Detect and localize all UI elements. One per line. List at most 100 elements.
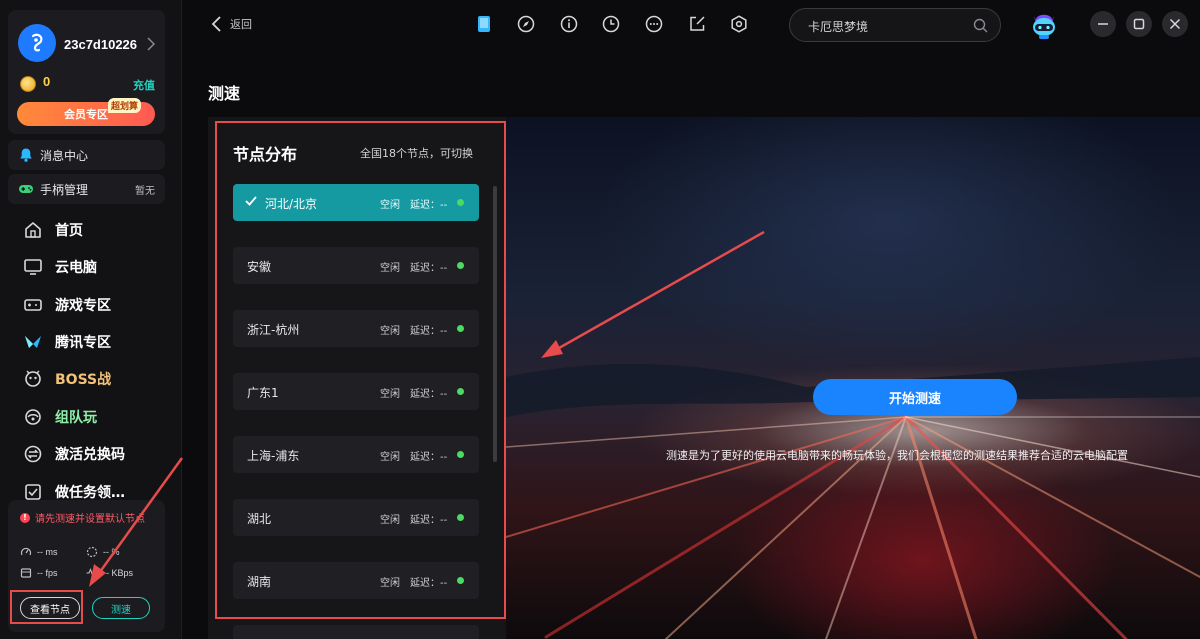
username[interactable]: 23c7d10226 (64, 37, 137, 52)
vip-zone-label: 会员专区 (64, 108, 108, 121)
node-name: 湖北 (247, 512, 272, 526)
boss-icon (25, 370, 41, 387)
node-latency: 延迟：-- (410, 452, 448, 463)
chat-icon[interactable] (645, 15, 663, 33)
gamepad-icon (24, 299, 42, 311)
gamepad-icon (19, 185, 33, 193)
node-state: 空闲 (380, 326, 400, 337)
node-state: 空闲 (380, 263, 400, 274)
exchange-icon (24, 445, 42, 463)
bandwidth-metric: -- KBps (86, 567, 133, 579)
settings-icon[interactable] (730, 15, 748, 33)
status-dot-icon (457, 325, 464, 332)
chevron-right-icon[interactable] (147, 37, 155, 51)
node-item-shanghai-pudong[interactable]: 上海-浦东 空闲 延迟：-- (233, 436, 479, 473)
sidebar-item-label: 组队玩 (55, 410, 97, 426)
sidebar-item-label: 腾讯专区 (55, 335, 111, 351)
node-item-anhui[interactable]: 安徽 空闲 延迟：-- (233, 247, 479, 284)
message-center-button[interactable]: 消息中心 (8, 140, 165, 170)
node-item-hunan[interactable]: 湖南 空闲 延迟：-- (233, 562, 479, 599)
fps-metric: -- fps (20, 567, 58, 579)
node-item-guangdong-1[interactable]: 广东1 空闲 延迟：-- (233, 373, 479, 410)
tencent-icon (25, 336, 41, 348)
gamepad-manage-button[interactable]: 手柄管理 暂无 (8, 174, 165, 204)
sidebar-item-cloud-pc[interactable]: 云电脑 (23, 256, 97, 278)
coin-icon (20, 76, 36, 92)
sidebar-item-label: 做任务领… (55, 485, 125, 501)
node-name: 安徽 (247, 260, 272, 274)
pulse-icon (86, 567, 98, 579)
search-input[interactable]: 卡厄思梦境 (808, 18, 868, 35)
vip-badge: 超划算 (107, 98, 141, 113)
mascot-avatar-icon[interactable] (1030, 10, 1058, 40)
nodes-subtitle: 全国18个节点，可切换 (360, 147, 473, 160)
loss-icon (86, 546, 98, 558)
sidebar-item-games[interactable]: 游戏专区 (23, 294, 111, 316)
packet-loss-metric: -- % (86, 546, 120, 558)
node-latency: 延迟：-- (410, 263, 448, 274)
status-dot-icon (457, 199, 464, 206)
info-icon[interactable] (560, 15, 578, 33)
node-state: 空闲 (380, 578, 400, 589)
edit-icon[interactable] (688, 15, 706, 33)
sidebar-item-label: 游戏专区 (55, 298, 111, 314)
search-bar[interactable]: 卡厄思梦境 (789, 8, 1001, 42)
maximize-icon (1133, 18, 1145, 30)
sidebar-item-home[interactable]: 首页 (23, 219, 83, 241)
annotation-highlight-box (10, 590, 83, 624)
sidebar-item-label: 首页 (55, 223, 83, 239)
sidebar-item-boss[interactable]: BOSS战 (23, 368, 111, 390)
check-icon (245, 196, 257, 206)
node-item-hubei[interactable]: 湖北 空闲 延迟：-- (233, 499, 479, 536)
back-label: 返回 (230, 18, 252, 31)
node-latency: 延迟：-- (410, 200, 448, 211)
clock-icon[interactable] (602, 15, 620, 33)
node-item-hebei-beijing[interactable]: 河北/北京 空闲 延迟：-- (233, 184, 479, 221)
fps-icon (20, 568, 32, 578)
nodes-scrollbar[interactable] (493, 186, 497, 462)
node-name: 浙江-杭州 (247, 323, 300, 337)
minimize-button[interactable] (1090, 11, 1116, 37)
sidebar-item-label: 激活兑换码 (55, 447, 125, 463)
coin-count: 0 (43, 74, 51, 89)
phone-icon[interactable] (475, 15, 493, 33)
status-dot-icon (457, 514, 464, 521)
node-item-zhejiang-hangzhou[interactable]: 浙江-杭州 空闲 延迟：-- (233, 310, 479, 347)
status-dot-icon (457, 577, 464, 584)
start-speedtest-button[interactable]: 开始测速 (813, 379, 1017, 415)
status-dot-icon (457, 451, 464, 458)
sidebar-item-team[interactable]: 组队玩 (23, 406, 97, 428)
node-latency: 延迟：-- (410, 578, 448, 589)
node-state: 空闲 (380, 200, 400, 211)
sidebar-item-label: BOSS战 (55, 372, 112, 388)
sidebar-item-label: 云电脑 (55, 260, 97, 276)
sidebar-item-redeem[interactable]: 激活兑换码 (23, 443, 125, 465)
node-state: 空闲 (380, 452, 400, 463)
vip-zone-button[interactable]: 会员专区 超划算 (17, 98, 155, 126)
back-button[interactable]: 返回 (210, 16, 252, 32)
node-name: 河北/北京 (265, 197, 318, 211)
user-card: 23c7d10226 0 充值 会员专区 超划算 (8, 10, 165, 134)
gamepad-status: 暂无 (135, 185, 155, 197)
sidebar-item-tencent[interactable]: 腾讯专区 (23, 331, 111, 353)
warning-text: 请先测速并设置默认节点 (35, 514, 145, 525)
close-icon (1169, 18, 1181, 30)
node-latency: 延迟：-- (410, 326, 448, 337)
speedtest-button[interactable]: 测速 (92, 597, 150, 619)
brand-logo-icon (31, 33, 43, 52)
node-item-partial[interactable] (233, 625, 479, 639)
page-title: 测速 (208, 84, 241, 103)
close-button[interactable] (1162, 11, 1188, 37)
speedtest-description: 测速是为了更好的使用云电脑带来的畅玩体验，我们会根据您的测速结果推荐合适的云电脑… (666, 449, 1128, 462)
maximize-button[interactable] (1126, 11, 1152, 37)
nodes-title: 节点分布 (233, 145, 298, 164)
gauge-icon (20, 547, 32, 556)
node-state: 空闲 (380, 515, 400, 526)
search-icon[interactable] (973, 18, 988, 33)
message-center-label: 消息中心 (40, 148, 89, 163)
compass-icon[interactable] (517, 15, 535, 33)
chevron-left-icon (211, 16, 221, 32)
recharge-link[interactable]: 充值 (133, 77, 155, 93)
node-name: 上海-浦东 (247, 449, 300, 463)
avatar[interactable] (18, 24, 56, 62)
